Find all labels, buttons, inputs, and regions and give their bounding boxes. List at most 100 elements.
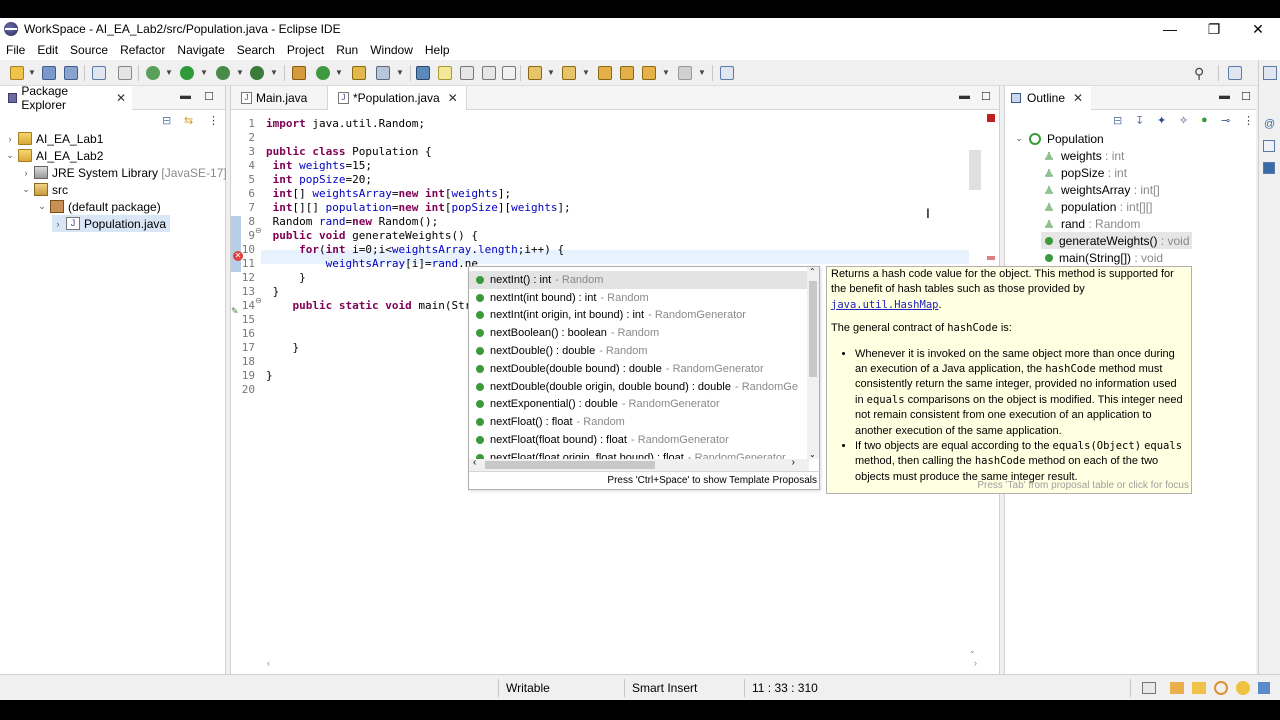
outline-item-weightsarray[interactable]: weightsArray : int[] [1041, 181, 1160, 198]
outline-item-popsize[interactable]: popSize : int [1041, 164, 1127, 181]
show-whitespace-icon[interactable] [502, 66, 516, 80]
tab-main-java[interactable]: J Main.java [231, 86, 315, 110]
last-edit-location-icon[interactable] [598, 66, 612, 80]
javadoc-hover[interactable]: Returns a hash code value for the object… [826, 266, 1192, 494]
insert-mode-status[interactable]: Smart Insert [632, 681, 697, 695]
proposal-item[interactable]: nextInt() : int - Random [469, 271, 809, 289]
outline-class-population[interactable]: ⌄ Population [1013, 130, 1104, 147]
code-line[interactable]: int[] weightsArray=new int[weights]; [266, 187, 511, 201]
code-line[interactable]: Random rand=new Random(); [266, 215, 439, 229]
tree-item-jre-library[interactable]: › JRE System Library [JavaSE-17] [20, 164, 227, 181]
tab-population-java[interactable]: J *Population.java ✕ [327, 86, 467, 110]
outline-item-generateweights[interactable]: generateWeights() : void [1041, 232, 1192, 249]
external-tools-icon[interactable] [250, 66, 264, 80]
folder-icon[interactable] [1170, 682, 1184, 694]
code-line[interactable]: } [266, 285, 280, 299]
notes-icon[interactable] [1192, 682, 1206, 694]
proposal-item[interactable]: nextDouble(double bound) : double - Rando… [469, 360, 809, 378]
open-perspective-icon[interactable] [1228, 66, 1242, 80]
skip-breakpoints-icon[interactable] [118, 66, 132, 80]
run-icon[interactable] [180, 66, 194, 80]
code-line[interactable]: public static void main(Str [266, 299, 472, 313]
debug-icon[interactable] [146, 66, 160, 80]
sort-icon[interactable]: ↧ [1135, 114, 1144, 127]
minimize-view-icon[interactable]: ▬ [1219, 90, 1230, 102]
code-line[interactable]: for(int i=0;i<weightsArray.length;i++) { [266, 243, 564, 257]
menu-navigate[interactable]: Navigate [171, 43, 230, 57]
java-perspective-icon[interactable] [1263, 66, 1277, 80]
code-line[interactable]: weightsArray[i]=rand.ne [266, 257, 478, 271]
fold-toggle-icon[interactable]: ⊖ [255, 226, 262, 235]
chevron-right-icon[interactable]: › [52, 219, 64, 229]
fold-toggle-icon[interactable]: ⊖ [255, 296, 262, 305]
outline-tab[interactable]: Outline ✕ [1005, 86, 1091, 110]
minimize-button[interactable]: — [1148, 18, 1192, 40]
minimize-view-icon[interactable]: ▬ [959, 90, 970, 102]
hide-nonpublic-icon[interactable]: ● [1201, 114, 1208, 126]
proposal-item[interactable]: nextBoolean() : boolean - Random [469, 324, 809, 342]
package-explorer-tab[interactable]: Package Explorer ✕ [0, 84, 132, 112]
highlight-icon[interactable] [438, 66, 452, 80]
menu-project[interactable]: Project [281, 43, 330, 57]
chevron-right-icon[interactable]: › [4, 134, 16, 144]
menu-run[interactable]: Run [330, 43, 364, 57]
cursor-position-status[interactable]: 11 : 33 : 310 [752, 681, 818, 695]
outline-item-rand[interactable]: rand : Random [1041, 215, 1140, 232]
menu-search[interactable]: Search [231, 43, 281, 57]
close-icon[interactable]: ✕ [448, 91, 458, 105]
chevron-down-icon[interactable]: ⌄ [1013, 133, 1025, 144]
tree-item-default-package[interactable]: ⌄ (default package) [36, 198, 161, 215]
maximize-button[interactable]: ❐ [1192, 18, 1236, 40]
save-icon[interactable] [42, 66, 56, 80]
chevron-down-icon[interactable]: ⌄ [20, 184, 32, 195]
new-java-project-icon[interactable] [292, 66, 306, 80]
code-line[interactable]: int weights=15; [266, 159, 372, 173]
proposal-horizontal-scrollbar[interactable]: ‹ › [469, 457, 809, 471]
help-icon[interactable] [1214, 681, 1228, 695]
progress-icon[interactable] [1142, 682, 1156, 694]
menu-refactor[interactable]: Refactor [114, 43, 171, 57]
search-tool-icon[interactable] [376, 66, 390, 80]
view-menu-icon[interactable]: ⋮ [1243, 114, 1254, 127]
code-line[interactable]: } [266, 271, 306, 285]
menu-edit[interactable]: Edit [31, 43, 64, 57]
proposal-item[interactable]: nextExponential() : double - RandomGenera… [469, 396, 809, 414]
next-annotation-icon[interactable] [528, 66, 542, 80]
maximize-view-icon[interactable]: ☐ [1241, 90, 1251, 103]
code-line[interactable]: public class Population { [266, 145, 432, 159]
proposal-item[interactable]: nextDouble() : double - Random [469, 342, 809, 360]
tree-item-src[interactable]: ⌄ src [20, 181, 68, 198]
doc-link[interactable]: java.util.HashMap [831, 299, 938, 311]
update-icon[interactable] [1258, 682, 1270, 694]
menu-window[interactable]: Window [364, 43, 419, 57]
outline-item-population[interactable]: population : int[][] [1041, 198, 1152, 215]
previous-annotation-icon[interactable] [562, 66, 576, 80]
collapse-all-icon[interactable]: ⊟ [162, 114, 171, 127]
new-icon[interactable] [10, 66, 24, 80]
coverage-icon[interactable] [216, 66, 230, 80]
view-menu-icon[interactable]: ⋮ [208, 114, 219, 127]
proposal-item[interactable]: nextFloat(float origin, float bound) : f… [469, 449, 809, 459]
proposal-item[interactable]: nextInt(int origin, int bound) : int - Ra… [469, 307, 809, 325]
search-icon[interactable]: ⚲ [1194, 65, 1204, 82]
menu-source[interactable]: Source [64, 43, 114, 57]
declaration-icon[interactable] [1263, 140, 1275, 152]
editor-horizontal-scrollbar[interactable]: ‹ › [261, 658, 981, 672]
code-line[interactable]: int popSize=20; [266, 173, 372, 187]
proposal-vertical-scrollbar[interactable]: ⌃ ⌄ [807, 267, 819, 459]
tree-item-ai-ea-lab2[interactable]: ⌄ AI_EA_Lab2 [4, 147, 103, 164]
proposal-item[interactable]: nextFloat() : float - Random [469, 413, 809, 431]
maximize-view-icon[interactable]: ☐ [204, 90, 214, 103]
outline-item-weights[interactable]: weights : int [1041, 147, 1124, 164]
chevron-right-icon[interactable]: › [20, 168, 32, 178]
code-line[interactable]: import java.util.Random; [266, 117, 425, 131]
forward-edit-icon[interactable] [620, 66, 634, 80]
menu-file[interactable]: File [0, 43, 31, 57]
javadoc-icon[interactable]: @ [1264, 118, 1275, 130]
save-all-icon[interactable] [64, 66, 78, 80]
proposal-item[interactable]: nextFloat(float bound) : float - RandomGe… [469, 431, 809, 449]
proposal-item[interactable]: nextInt(int bound) : int - Random [469, 289, 809, 307]
chevron-down-icon[interactable]: ⌄ [36, 201, 48, 212]
hide-local-types-icon[interactable]: ⊸ [1221, 114, 1230, 127]
close-window-button[interactable]: ✕ [1236, 18, 1280, 40]
